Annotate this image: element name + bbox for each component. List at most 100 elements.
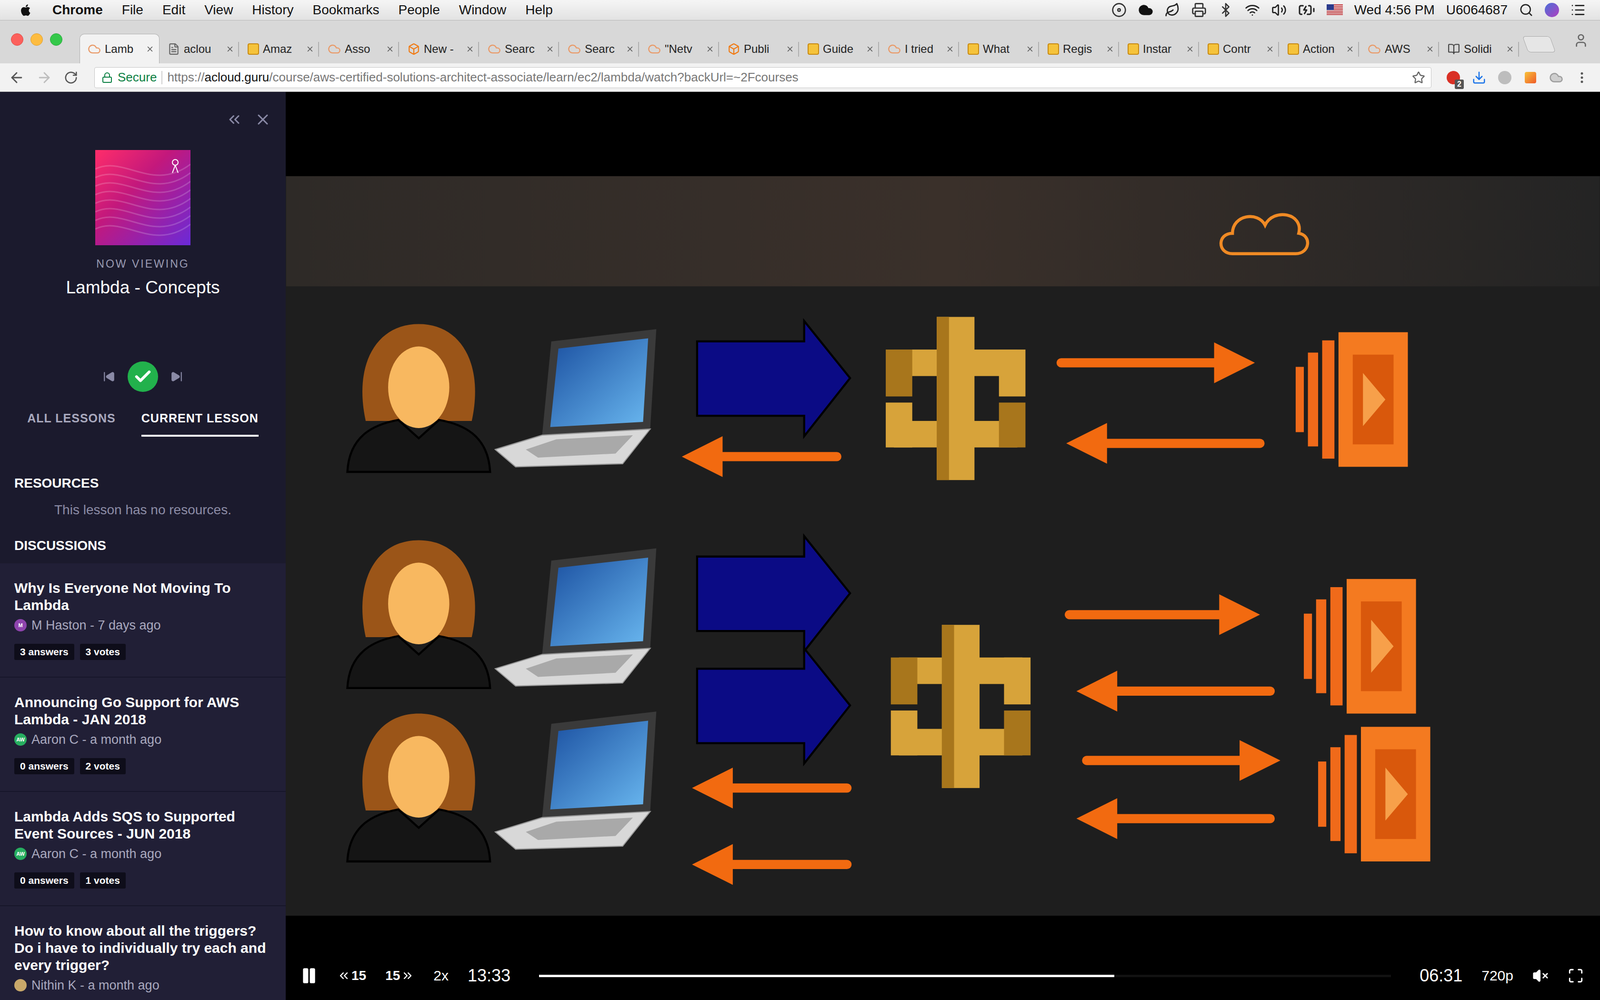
siri-icon[interactable] [1544, 2, 1560, 18]
back-icon[interactable] [8, 69, 25, 86]
forward-button[interactable]: 15 [385, 967, 415, 984]
menu-item[interactable]: People [398, 1, 440, 19]
video-frame[interactable] [285, 176, 1600, 916]
notification-list-icon[interactable] [1570, 2, 1586, 18]
close-tab-icon[interactable] [1185, 44, 1195, 54]
zoom-window-button[interactable] [50, 33, 63, 46]
close-tab-icon[interactable] [705, 44, 715, 54]
address-bar[interactable]: Securehttps://acloud.guru/course/aws-cer… [94, 67, 1432, 89]
lesson-tab[interactable]: ALL LESSONS [27, 410, 116, 437]
close-tab-icon[interactable] [625, 44, 635, 54]
lesson-tab[interactable]: CURRENT LESSON [141, 410, 259, 437]
close-tab-icon[interactable] [305, 44, 315, 54]
extension-button[interactable]: 2 [1445, 70, 1461, 86]
menu-item[interactable]: Window [459, 1, 507, 19]
chrome-menu-button[interactable] [1574, 70, 1590, 86]
minimize-window-button[interactable] [30, 33, 43, 46]
rewind-button[interactable]: 15 [337, 967, 367, 984]
browser-tab[interactable]: New - [399, 33, 480, 64]
user-name[interactable]: U6064687 [1446, 1, 1508, 19]
discussion-title[interactable]: Announcing Go Support for AWS Lambda - J… [14, 693, 267, 729]
menu-item[interactable]: Edit [162, 1, 186, 19]
discussion-title[interactable]: How to know about all the triggers? Do i… [14, 922, 267, 974]
speed-button[interactable]: 2x [433, 967, 449, 985]
discussion-title[interactable]: Why Is Everyone Not Moving To Lambda [14, 579, 267, 614]
lesson-complete-toggle[interactable] [127, 361, 159, 392]
close-tab-icon[interactable] [1265, 44, 1275, 54]
close-sidebar-icon[interactable] [254, 110, 272, 129]
menu-item[interactable]: Bookmarks [312, 1, 380, 19]
pause-icon[interactable] [300, 966, 319, 985]
printer-icon[interactable] [1191, 2, 1207, 18]
browser-tab[interactable]: Contr [1199, 33, 1280, 64]
close-tab-icon[interactable] [1025, 44, 1035, 54]
menu-item[interactable]: View [204, 1, 233, 19]
browser-tab[interactable]: Searc [479, 33, 560, 64]
discussion-item[interactable]: Announcing Go Support for AWS Lambda - J… [0, 677, 286, 792]
discussion-title[interactable]: Lambda Adds SQS to Supported Event Sourc… [14, 808, 267, 843]
close-tab-icon[interactable] [545, 44, 555, 54]
app-menu[interactable]: Chrome [52, 1, 103, 19]
status-disc-icon[interactable] [1111, 2, 1127, 18]
close-window-button[interactable] [10, 33, 24, 46]
bookmark-star-icon[interactable] [1411, 70, 1426, 85]
quality-button[interactable]: 720p [1481, 967, 1514, 985]
browser-tab[interactable]: I tried [879, 33, 960, 64]
apple-icon[interactable] [19, 1, 34, 19]
close-tab-icon[interactable] [225, 44, 235, 54]
browser-tab[interactable]: Regis [1039, 33, 1120, 64]
reload-icon[interactable] [63, 70, 79, 85]
creative-cloud-icon[interactable] [1138, 2, 1154, 18]
menu-item[interactable]: History [251, 1, 294, 19]
extension-button[interactable] [1548, 70, 1564, 86]
extension-button[interactable] [1522, 70, 1539, 86]
close-tab-icon[interactable] [945, 44, 955, 54]
battery-icon[interactable] [1298, 1, 1316, 19]
extension-button[interactable] [1497, 70, 1513, 86]
browser-tab[interactable]: What [959, 33, 1040, 64]
browser-tab[interactable]: Action [1279, 33, 1360, 64]
browser-tab[interactable]: Guide [799, 33, 880, 64]
discussion-item[interactable]: Why Is Everyone Not Moving To LambdaMM H… [0, 563, 286, 678]
url-text[interactable]: https://acloud.guru/course/aws-certified… [167, 70, 1408, 85]
browser-tab[interactable]: Amaz [239, 33, 320, 64]
close-tab-icon[interactable] [1345, 44, 1355, 54]
evernote-icon[interactable] [1164, 2, 1180, 18]
close-tab-icon[interactable] [1105, 44, 1115, 54]
volume-icon[interactable] [1271, 2, 1287, 18]
extension-button[interactable] [1471, 70, 1487, 86]
clock[interactable]: Wed 4:56 PM [1354, 1, 1435, 19]
discussion-item[interactable]: How to know about all the triggers? Do i… [0, 906, 286, 1000]
lesson-video-frame[interactable] [285, 176, 1600, 916]
browser-tab[interactable]: Publi [719, 33, 800, 64]
close-tab-icon[interactable] [465, 44, 475, 54]
progress-bar[interactable] [539, 974, 1391, 978]
close-tab-icon[interactable] [145, 44, 155, 54]
close-tab-icon[interactable] [785, 44, 795, 54]
bluetooth-icon[interactable] [1218, 2, 1234, 18]
browser-tab[interactable]: Solidi [1439, 33, 1520, 64]
spotlight-icon[interactable] [1519, 2, 1534, 18]
us-flag-icon[interactable] [1326, 4, 1343, 16]
discussion-item[interactable]: Lambda Adds SQS to Supported Event Sourc… [0, 791, 286, 907]
close-tab-icon[interactable] [1505, 44, 1515, 54]
muted-icon[interactable] [1532, 967, 1549, 984]
next-lesson-icon[interactable] [170, 370, 183, 383]
fullscreen-icon[interactable] [1567, 967, 1584, 984]
browser-tab[interactable]: Instar [1119, 33, 1200, 64]
close-tab-icon[interactable] [1425, 44, 1435, 54]
browser-tab[interactable]: "Netv [639, 33, 720, 64]
browser-tab[interactable]: Lamb [79, 33, 160, 64]
close-tab-icon[interactable] [865, 44, 875, 54]
browser-tab[interactable]: aclou [159, 33, 240, 64]
menu-item[interactable]: Help [525, 1, 553, 19]
new-tab-button[interactable] [1522, 36, 1556, 53]
browser-tab[interactable]: Asso [319, 33, 400, 64]
browser-tab[interactable]: Searc [559, 33, 640, 64]
collapse-sidebar-icon[interactable] [225, 110, 243, 129]
close-tab-icon[interactable] [385, 44, 395, 54]
browser-tab[interactable]: AWS [1359, 33, 1440, 64]
wifi-icon[interactable] [1244, 2, 1260, 18]
previous-lesson-icon[interactable] [102, 370, 116, 383]
profile-button[interactable] [1573, 32, 1589, 49]
